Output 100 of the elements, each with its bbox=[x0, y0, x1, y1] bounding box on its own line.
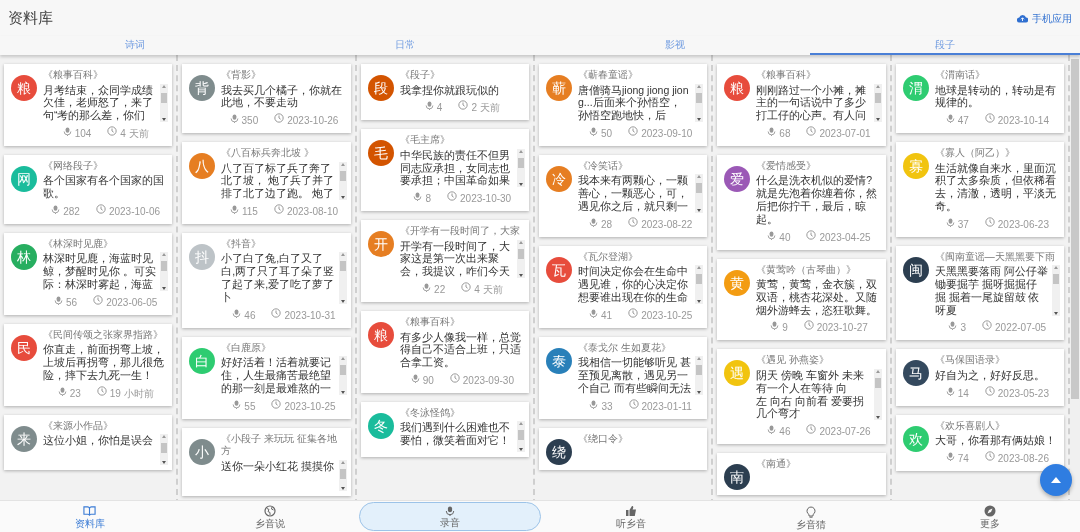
scroll-up-icon[interactable] bbox=[340, 162, 345, 166]
joke-card[interactable]: 蕲 《蕲春童谣》 唐僧骑马jiong jiong jiong...后面来个孙悟空，孙悟空跑地快，后 50 2023-09-10 bbox=[539, 64, 708, 146]
text-scrollbar[interactable] bbox=[338, 459, 347, 491]
scrollbar-thumb[interactable] bbox=[339, 365, 346, 376]
mobile-app-link[interactable]: 手机应用 bbox=[1017, 10, 1072, 26]
joke-card[interactable]: 南 《南通》 bbox=[717, 453, 886, 496]
scroll-down-icon[interactable] bbox=[697, 299, 702, 303]
scroll-down-icon[interactable] bbox=[162, 286, 167, 290]
joke-card[interactable]: 小 《小段子 来玩玩 征集各地方 送你一朵小红花 摸摸你 bbox=[182, 427, 351, 496]
joke-card[interactable]: 遇 《遇见 孙燕姿》 阴天 傍晚 车窗外 未来有一个人在等待 向左 向右 向前看 爱要拐几个弯才 46 2023-07-26 bbox=[717, 349, 886, 445]
text-scrollbar[interactable] bbox=[695, 174, 704, 213]
text-scrollbar[interactable] bbox=[338, 356, 347, 395]
scroll-down-icon[interactable] bbox=[162, 117, 167, 121]
joke-card[interactable]: 抖 《抖音》 小了白了兔,白了又了白,两了只了耳了朵了竖了起了来,爱了吃了萝了卜 46 2023-10-31 bbox=[182, 233, 351, 328]
scroll-down-icon[interactable] bbox=[162, 461, 167, 465]
scroll-up-icon[interactable] bbox=[162, 253, 167, 257]
nav-tab[interactable]: 资料库 bbox=[0, 501, 180, 532]
scroll-up-icon[interactable] bbox=[162, 435, 167, 439]
text-scrollbar[interactable] bbox=[517, 239, 525, 279]
scroll-down-icon[interactable] bbox=[340, 486, 345, 490]
joke-card[interactable]: 闽 《闽南童谣—天黑黑要下雨 天黑黑要落雨 阿公仔举锄要掘芋 掘呀掘掘仔掘 掘着一尾旋留鼓 依呀夏 3 2022-07-05 bbox=[895, 245, 1064, 341]
joke-card[interactable]: 欢 《欢乐喜剧人》 大哥，你看那有俩姑娘！ 74 2023-08-26 bbox=[895, 414, 1064, 472]
text-scrollbar[interactable] bbox=[695, 356, 704, 395]
joke-card[interactable]: 林 《林深时见鹿》 林深时见鹿，海蓝时见鲸，梦醒时见你 。可实际：林深时雾起，海蓝 56 2023-06-05 bbox=[4, 233, 173, 315]
joke-card[interactable]: 毛 《毛主席》 中华民族的责任不但男同志应承担，女同志也要承担；中国革命如果 8 2023-10-30 bbox=[360, 129, 529, 212]
scroll-down-icon[interactable] bbox=[697, 390, 702, 394]
scroll-down-icon[interactable] bbox=[340, 390, 345, 394]
scrollbar-thumb[interactable] bbox=[161, 92, 168, 103]
nav-tab[interactable]: 听乡音 bbox=[541, 501, 721, 532]
scrollbar-thumb[interactable] bbox=[696, 365, 703, 376]
scroll-up-icon[interactable] bbox=[519, 149, 523, 153]
scroll-up-icon[interactable] bbox=[340, 460, 345, 464]
text-scrollbar[interactable] bbox=[160, 83, 169, 122]
text-scrollbar[interactable] bbox=[160, 434, 169, 466]
text-scrollbar[interactable] bbox=[517, 148, 525, 188]
back-to-top-button[interactable] bbox=[1040, 464, 1072, 496]
joke-card[interactable]: 粮 《粮事百科》 刚刚路过一个小摊，摊主的一句话说中了多少打工仔的心声。有人问 68 2023-07-01 bbox=[717, 64, 886, 146]
scrollbar-thumb[interactable] bbox=[339, 170, 346, 181]
joke-card[interactable]: 来 《来源小作品》 这位小姐，你怕是误会 bbox=[4, 414, 173, 471]
joke-card[interactable]: 泰 《泰戈尔 生如夏花》 我相信一切能够听见 甚至预见离散，遇见另一个自己 而有些瞬间无法 33 2023-01-11 bbox=[539, 336, 708, 419]
joke-card[interactable]: 八 《八百标兵奔北坡 》 八了百了标了兵了奔了北了坡， 炮了兵了并了排了北了边了跑。 炮了 115 2023-08-10 bbox=[182, 142, 351, 224]
scroll-up-icon[interactable] bbox=[162, 84, 167, 88]
scrollbar-thumb[interactable] bbox=[696, 92, 703, 103]
scrollbar-thumb[interactable] bbox=[1053, 274, 1059, 285]
joke-card[interactable]: 段 《段子》 我拿捏你就跟玩似的 4 2 天前 bbox=[360, 64, 529, 121]
text-scrollbar[interactable] bbox=[1052, 265, 1060, 317]
text-scrollbar[interactable] bbox=[517, 421, 525, 453]
joke-card[interactable]: 马 《马保国语录》 好自为之，好好反思。 14 2023-05-23 bbox=[895, 349, 1064, 406]
scroll-down-icon[interactable] bbox=[519, 274, 523, 278]
scroll-down-icon[interactable] bbox=[875, 117, 880, 121]
joke-card[interactable]: 开 《开学有一段时间了，大家 开学有一段时间了，大家这是第一次出来聚会，我提议，咋们今天 22 4 天前 bbox=[360, 220, 529, 303]
scroll-up-icon[interactable] bbox=[519, 422, 523, 426]
joke-card[interactable]: 瓦 《瓦尔登湖》 时间决定你会在生命中遇见谁，你的心决定你想要谁出现在你的生命 41 2023-10-25 bbox=[539, 245, 708, 328]
text-scrollbar[interactable] bbox=[160, 252, 169, 291]
scroll-down-icon[interactable] bbox=[697, 208, 702, 212]
scroll-up-icon[interactable] bbox=[697, 357, 702, 361]
scrollbar-thumb[interactable] bbox=[518, 248, 524, 259]
scroll-up-icon[interactable] bbox=[1054, 266, 1058, 270]
scroll-down-icon[interactable] bbox=[340, 299, 345, 303]
joke-card[interactable]: 绕 《绕口令》 bbox=[539, 427, 708, 470]
nav-tab[interactable]: 乡音猜 bbox=[720, 501, 901, 532]
scrollbar-thumb[interactable] bbox=[339, 468, 346, 479]
joke-card[interactable]: 白 《白鹿原》 好好活着！活着就要记住，人生最痛苦最绝望的那一刻是最难熬的一 55 2023-10-25 bbox=[182, 336, 351, 419]
scrollbar-thumb[interactable] bbox=[518, 430, 524, 441]
text-scrollbar[interactable] bbox=[338, 161, 347, 200]
scrollbar-thumb[interactable] bbox=[1071, 59, 1079, 399]
scroll-down-icon[interactable] bbox=[875, 416, 880, 420]
joke-card[interactable]: 爱 《爱情感受》 什么是洗衣机似的爱情?就是先泡着你缠着你，然后把你拧干，最后，晾起。 40 2023-04-25 bbox=[717, 154, 886, 250]
joke-card[interactable]: 背 《背影》 我去买几个橘子，你就在此地，不要走动 350 2023-10-26 bbox=[182, 64, 351, 134]
text-scrollbar[interactable] bbox=[695, 265, 704, 304]
text-scrollbar[interactable] bbox=[338, 252, 347, 304]
joke-card[interactable]: 粮 《粮事百科》 有多少人像我一样，总觉得自己不适合上班，只适合拿工资。 90 2023-09-30 bbox=[360, 311, 529, 393]
scrollbar-thumb[interactable] bbox=[518, 157, 524, 168]
joke-card[interactable]: 冷 《冷笑话》 我本来有两颗心，一颗善心，一颗恶心，可，遇见你之后，就只剩一 28 2023-08-22 bbox=[539, 154, 708, 237]
scrollbar-thumb[interactable] bbox=[696, 274, 703, 285]
scroll-up-icon[interactable] bbox=[697, 84, 702, 88]
scroll-up-icon[interactable] bbox=[519, 240, 523, 244]
joke-card[interactable]: 寡 《寡人（阿乙）》 生活就像自来水，里面沉积了太多杂质，但依稀看去，清澈，透明，平淡无奇。 37 2023-06-23 bbox=[895, 142, 1064, 237]
scrollbar-thumb[interactable] bbox=[339, 261, 346, 272]
joke-card[interactable]: 民 《民间传颂之张家界指路》 你直走，前面拐弯上坡，上坡后再拐弯，那儿很危险，摔下去九死一生！ 23 19 小时前 bbox=[4, 323, 173, 406]
scroll-down-icon[interactable] bbox=[519, 448, 523, 452]
scroll-up-icon[interactable] bbox=[697, 175, 702, 179]
scroll-up-icon[interactable] bbox=[340, 357, 345, 361]
scrollbar-thumb[interactable] bbox=[874, 377, 881, 388]
text-scrollbar[interactable] bbox=[695, 83, 704, 122]
joke-card[interactable]: 黄 《黄莺吟（古琴曲）》 黄莺，黄莺，金衣簇，双双语，桃杏花深处。又随烟外游蜂去，恣狂歌舞。 9 2023-10-27 bbox=[717, 258, 886, 341]
scrollbar-thumb[interactable] bbox=[161, 261, 168, 272]
scroll-up-icon[interactable] bbox=[875, 369, 880, 373]
nav-tab[interactable]: 乡音说 bbox=[179, 501, 360, 532]
nav-tab[interactable]: 录音 bbox=[359, 502, 541, 531]
scroll-down-icon[interactable] bbox=[697, 117, 702, 121]
text-scrollbar[interactable] bbox=[873, 83, 882, 122]
scrollbar-thumb[interactable] bbox=[696, 183, 703, 194]
scroll-down-icon[interactable] bbox=[519, 183, 523, 187]
joke-card[interactable]: 网 《网络段子》 各个国家有各个国家的国歌。 282 2023-10-06 bbox=[4, 154, 173, 224]
scroll-up-icon[interactable] bbox=[875, 84, 880, 88]
text-scrollbar[interactable] bbox=[873, 368, 882, 421]
scroll-down-icon[interactable] bbox=[1054, 312, 1058, 316]
scroll-up-icon[interactable] bbox=[697, 266, 702, 270]
scroll-down-icon[interactable] bbox=[340, 196, 345, 199]
